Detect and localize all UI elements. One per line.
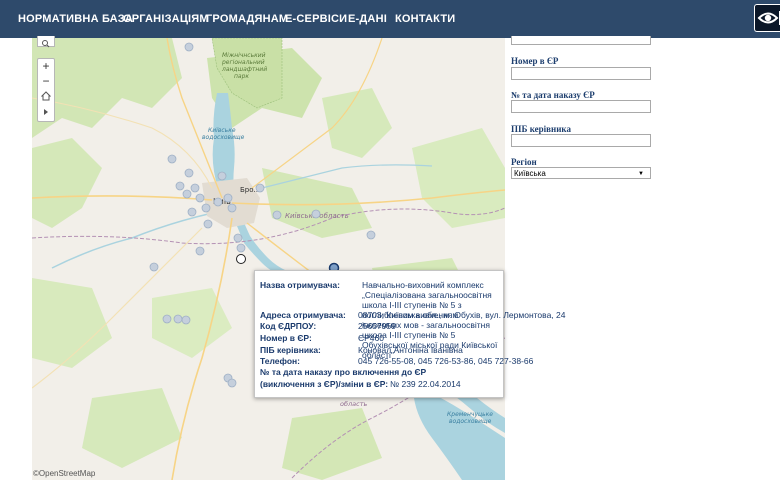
popup-address-value: 08703, Київська обл., м. Обухів, вул. Ле…: [358, 310, 566, 320]
popup-phone-value: 045 726-55-08, 045 726-53-86, 045 727-38…: [358, 356, 534, 366]
map-marker[interactable]: [190, 183, 200, 193]
map-marker[interactable]: [182, 189, 192, 199]
map-search-button[interactable]: [37, 36, 55, 48]
home-icon: [40, 91, 52, 101]
order-date-label: № та дата наказу ЄР: [511, 90, 595, 100]
forest-area: [152, 288, 232, 358]
region-label: Регіон: [511, 157, 537, 167]
popup-address-label: Адреса отримувача:: [260, 310, 346, 320]
map-attribution[interactable]: ©OpenStreetMap: [33, 469, 95, 478]
home-button[interactable]: [38, 89, 54, 104]
popup-order-value: № 239 22.04.2014: [390, 379, 461, 389]
top-navigation-bar: НОРМАТИВНА БАЗА ОРГАНІЗАЦІЯМ ГРОМАДЯНАМ …: [0, 0, 780, 38]
map-marker[interactable]: [272, 210, 282, 220]
forest-area: [32, 278, 112, 368]
map-marker[interactable]: [181, 315, 191, 325]
popup-edrpou-value: 25657959: [358, 321, 396, 331]
er-number-input[interactable]: [511, 67, 651, 80]
expand-button[interactable]: [38, 105, 54, 120]
kremenchuk-label: Кременчуцьке водосховище: [447, 411, 493, 425]
nav-item-organizations[interactable]: ОРГАНІЗАЦІЯМ: [123, 0, 209, 38]
dropdown-arrow-icon: ▼: [638, 171, 644, 177]
popup-head-value: Коновал Антоніна Іванівна: [358, 345, 463, 355]
forest-area: [282, 408, 382, 480]
map-marker[interactable]: [366, 230, 376, 240]
selected-marker[interactable]: [236, 254, 246, 264]
head-name-input[interactable]: [511, 134, 651, 147]
popup-er-number-value: ЄР460: [358, 333, 384, 343]
map-marker[interactable]: [227, 203, 237, 213]
reservoir-water: [414, 388, 505, 480]
forest-area: [322, 88, 392, 158]
accessibility-button[interactable]: [754, 4, 780, 32]
map-marker[interactable]: [184, 168, 194, 178]
oblast-border: [32, 207, 505, 245]
er-number-label: Номер в ЄР: [511, 56, 559, 66]
map-marker[interactable]: [184, 42, 194, 52]
head-name-label: ПІБ керівника: [511, 124, 571, 134]
map-marker[interactable]: [162, 314, 172, 324]
order-date-input[interactable]: [511, 100, 651, 113]
map-marker[interactable]: [187, 207, 197, 217]
popup-order-label-line1: № та дата наказу про включення до ЄР: [260, 367, 427, 377]
eye-icon: [757, 11, 780, 25]
nav-item-citizens[interactable]: ГРОМАДЯНАМ: [206, 0, 288, 38]
zoom-in-button[interactable]: +: [38, 59, 54, 74]
reservoir-label: Київське водосховище: [202, 127, 245, 141]
map-marker[interactable]: [233, 233, 243, 243]
forest-area: [82, 388, 182, 468]
map-marker[interactable]: [311, 209, 321, 219]
region-selected-value: Київська: [514, 169, 546, 178]
map-marker[interactable]: [149, 262, 159, 272]
map-marker[interactable]: [213, 197, 223, 207]
nav-item-e-data[interactable]: Е-ДАНІ: [348, 0, 387, 38]
map-marker[interactable]: [195, 193, 205, 203]
map-marker[interactable]: [255, 183, 265, 193]
previous-input-field[interactable]: [511, 36, 651, 45]
nav-item-normative-base[interactable]: НОРМАТИВНА БАЗА: [18, 0, 133, 38]
popup-phone-label: Телефон:: [260, 356, 300, 366]
map-area[interactable]: Міжнічнський регіональний ландшафтний парк …: [32, 38, 505, 480]
map-marker[interactable]: [167, 154, 177, 164]
map-marker[interactable]: [201, 203, 211, 213]
popup-edrpou-label: Код ЄДРПОУ:: [260, 321, 317, 331]
map-canvas[interactable]: Міжнічнський регіональний ландшафтний парк …: [32, 38, 505, 480]
map-marker[interactable]: [175, 181, 185, 191]
search-icon: [42, 40, 50, 48]
map-marker[interactable]: [227, 378, 237, 388]
popup-name-label: Назва отримувача:: [260, 280, 340, 290]
forest-area: [32, 138, 102, 228]
map-marker[interactable]: [173, 314, 183, 324]
nav-item-e-services[interactable]: Е-СЕРВІСИ: [285, 0, 347, 38]
zoom-out-button[interactable]: −: [38, 74, 54, 89]
map-marker[interactable]: [217, 171, 227, 181]
play-icon: [44, 109, 48, 115]
popup-er-number-label: Номер в ЄР:: [260, 333, 312, 343]
map-zoom-controls: + −: [37, 58, 55, 122]
region-select[interactable]: Київська ▼: [511, 167, 651, 179]
nav-item-contacts[interactable]: КОНТАКТИ: [395, 0, 455, 38]
map-marker[interactable]: [195, 246, 205, 256]
map-marker[interactable]: [223, 193, 233, 203]
map-marker[interactable]: [236, 243, 246, 253]
popup-order-label-line2: (виключення з ЄР)/зміни в ЄР:: [260, 379, 389, 389]
map-marker[interactable]: [203, 219, 213, 229]
popup-head-label: ПІБ керівника:: [260, 345, 321, 355]
